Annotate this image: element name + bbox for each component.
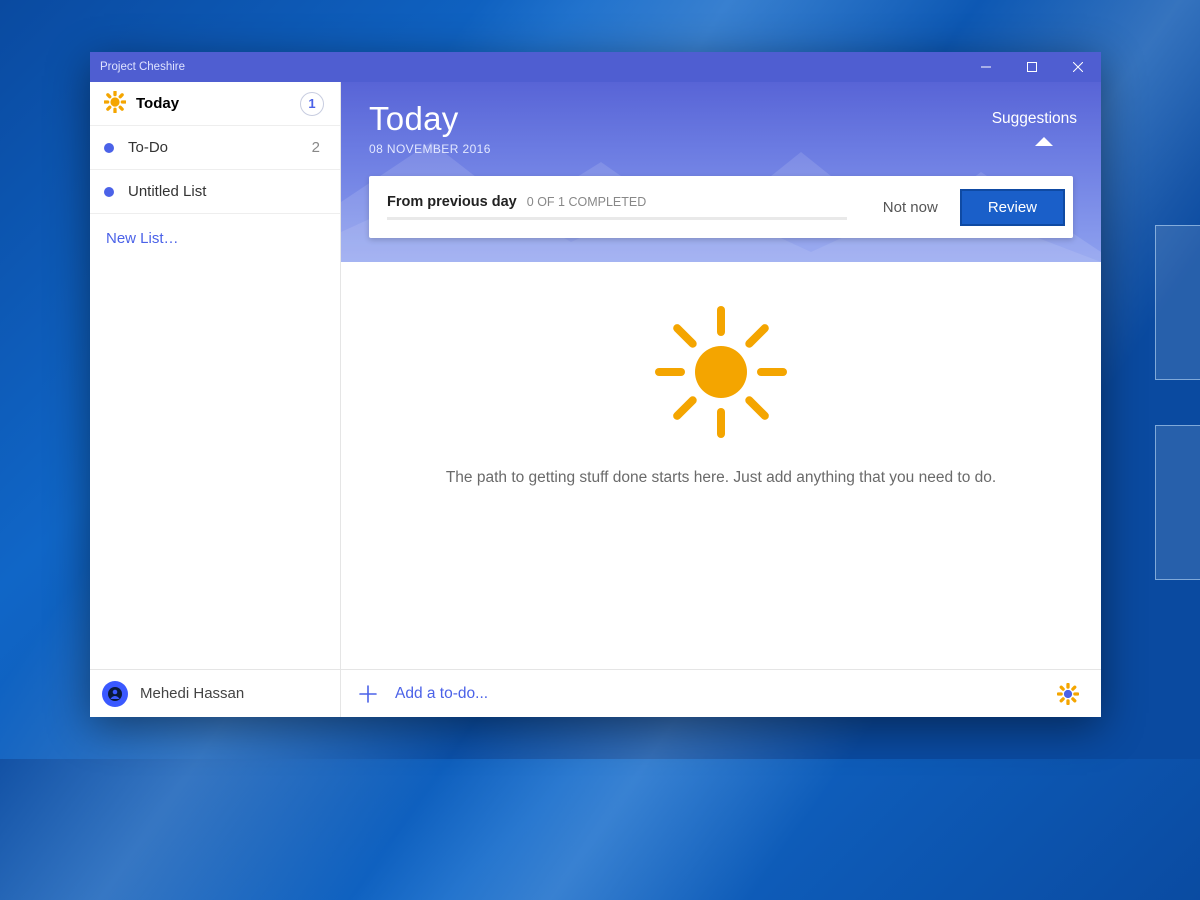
- user-name: Mehedi Hassan: [140, 685, 244, 702]
- sidebar: Today 1 To-Do 2 Untitled List New List… …: [90, 82, 341, 717]
- titlebar[interactable]: Project Cheshire: [90, 52, 1101, 82]
- window-title: Project Cheshire: [100, 61, 963, 73]
- page-title: Today: [369, 100, 1073, 138]
- empty-message: The path to getting stuff done starts he…: [446, 469, 996, 487]
- hero-banner: Today 08 NOVEMBER 2016 Suggestions From …: [341, 82, 1101, 262]
- sun-icon: [104, 91, 126, 117]
- new-list-button[interactable]: New List…: [90, 214, 340, 263]
- avatar-icon: [102, 681, 128, 707]
- sidebar-item-count: 2: [312, 139, 324, 156]
- review-button[interactable]: Review: [960, 189, 1065, 226]
- sidebar-item-count: 1: [300, 92, 324, 116]
- bullet-icon: [104, 143, 114, 153]
- sidebar-item-today[interactable]: Today 1: [90, 82, 340, 126]
- card-progress-text: 0 OF 1 COMPLETED: [527, 195, 646, 209]
- sidebar-item-todo[interactable]: To-Do 2: [90, 126, 340, 170]
- main-pane: Today 08 NOVEMBER 2016 Suggestions From …: [341, 82, 1101, 717]
- add-todo-bar: [341, 669, 1101, 717]
- desktop-snap-target-bottom: [1155, 425, 1200, 580]
- desktop-snap-target-top: [1155, 225, 1200, 380]
- user-footer[interactable]: Mehedi Hassan: [90, 669, 340, 717]
- maximize-button[interactable]: [1009, 52, 1055, 82]
- sidebar-item-untitled-list[interactable]: Untitled List: [90, 170, 340, 214]
- sidebar-item-label: Today: [136, 95, 300, 112]
- suggestions-button[interactable]: Suggestions: [992, 110, 1077, 128]
- sun-icon: [651, 302, 791, 447]
- app-window: Project Cheshire: [90, 52, 1101, 717]
- card-heading: From previous day: [387, 194, 517, 210]
- page-date: 08 NOVEMBER 2016: [369, 142, 1073, 156]
- caret-up-icon: [1035, 137, 1053, 146]
- sidebar-item-label: Untitled List: [128, 183, 324, 200]
- close-button[interactable]: [1055, 52, 1101, 82]
- sidebar-item-label: To-Do: [128, 139, 312, 156]
- bullet-icon: [104, 187, 114, 197]
- empty-state: The path to getting stuff done starts he…: [341, 262, 1101, 669]
- add-todo-input[interactable]: [395, 685, 1051, 703]
- plus-icon[interactable]: [357, 683, 379, 705]
- theme-sun-button[interactable]: [1051, 683, 1085, 705]
- previous-day-card: From previous day 0 OF 1 COMPLETED Not n…: [369, 176, 1073, 238]
- not-now-button[interactable]: Not now: [883, 199, 938, 216]
- progress-bar: [387, 217, 847, 220]
- minimize-button[interactable]: [963, 52, 1009, 82]
